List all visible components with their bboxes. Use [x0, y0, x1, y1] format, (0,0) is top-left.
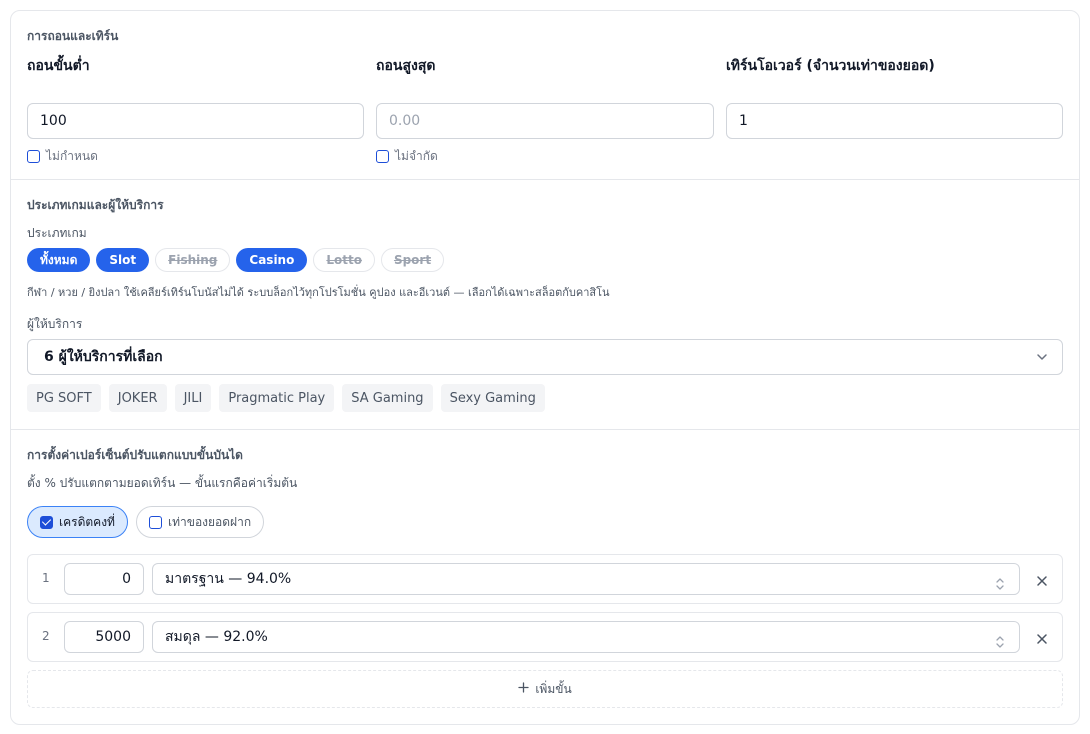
tier-row: 2 5000 สมดุล — 92.0% [27, 612, 1063, 662]
provider-tag[interactable]: JOKER [108, 384, 167, 412]
max-unlimited-checkbox[interactable] [376, 150, 389, 163]
chip-all[interactable]: ทั้งหมด [27, 248, 91, 272]
chip-slot[interactable]: Slot [96, 248, 150, 272]
tier-row: 1 0 มาตรฐาน — 94.0% [27, 554, 1063, 604]
mode-fixed-checkbox[interactable] [40, 515, 53, 529]
game-type-label: ประเภทเกม [27, 226, 87, 240]
provider-tag[interactable]: SA Gaming [342, 384, 433, 412]
chevron-down-icon [1036, 351, 1048, 367]
close-icon[interactable] [1036, 572, 1048, 591]
withdraw-settings-card: การถอนและเทิร์น ถอนขั้นต่ำ ถอนสูงสุด เทิ… [10, 10, 1080, 725]
provider-tag[interactable]: JILI [174, 384, 212, 412]
add-tier-label: เพิ่มขั้น [535, 681, 572, 696]
max-unlimited-label: ไม่จำกัด [395, 149, 438, 163]
divider [11, 429, 1079, 430]
min-withdraw-input[interactable] [27, 103, 364, 139]
updown-chevron-icon [995, 630, 1005, 660]
tier-amount-input[interactable]: 0 [64, 563, 144, 595]
tier-index: 1 [42, 571, 50, 585]
max-unlimited-row[interactable]: ไม่จำกัด [376, 147, 438, 166]
mode-deposit-multiple-toggle[interactable]: เท่าของยอดฝาก [136, 506, 265, 538]
provider-tag[interactable]: PG SOFT [27, 384, 101, 412]
min-withdraw-label: ถอนขั้นต่ำ [27, 58, 90, 74]
provider-select[interactable]: 6 ผู้ให้บริการที่เลือก [27, 339, 1063, 375]
game-type-chips: ทั้งหมด Slot Fishing Casino Lotto Sport [27, 248, 445, 272]
turnover-label: เทิร์นโอเวอร์ (จำนวนเท่าของยอด) [726, 58, 935, 74]
tiers-section-title: การตั้งค่าเปอร์เซ็นต์ปรับแตกแบบขั้นบันได [27, 448, 243, 462]
turnover-input[interactable] [726, 103, 1063, 139]
mode-fixed-credit-toggle[interactable]: เครดิตคงที่ [27, 506, 128, 538]
provider-label: ผู้ให้บริการ [27, 317, 83, 331]
mode-fixed-label: เครดิตคงที่ [59, 514, 115, 529]
min-unlimited-checkbox[interactable] [27, 150, 40, 163]
chip-sport: Sport [380, 248, 445, 272]
provider-tags: PG SOFT JOKER JILI Pragmatic Play SA Gam… [27, 384, 545, 412]
tier-preset-select[interactable]: มาตรฐาน — 94.0% [152, 563, 1020, 595]
chip-fishing: Fishing [155, 248, 231, 272]
games-section-title: ประเภทเกมและผู้ให้บริการ [27, 198, 164, 212]
tier-index: 2 [42, 629, 50, 643]
provider-tag[interactable]: Pragmatic Play [219, 384, 335, 412]
chip-casino[interactable]: Casino [236, 248, 308, 272]
min-unlimited-label: ไม่กำหนด [46, 149, 98, 163]
plus-icon [518, 682, 529, 696]
game-type-note: กีฬา / หวย / ยิงปลา ใช้เคลียร์เทิร์นโบนั… [27, 286, 610, 299]
max-withdraw-input[interactable] [376, 103, 714, 139]
tiers-description: ตั้ง % ปรับแตกตามยอดเทิร์น — ขั้นแรกคือค… [27, 476, 298, 490]
mode-multiple-checkbox[interactable] [149, 515, 162, 529]
withdraw-section-title: การถอนและเทิร์น [27, 29, 119, 43]
mode-multiple-label: เท่าของยอดฝาก [168, 514, 252, 529]
tier-preset-select[interactable]: สมดุล — 92.0% [152, 621, 1020, 653]
close-icon[interactable] [1036, 630, 1048, 649]
tier-amount-input[interactable]: 5000 [64, 621, 144, 653]
updown-chevron-icon [995, 572, 1005, 602]
divider [11, 179, 1079, 180]
min-unlimited-row[interactable]: ไม่กำหนด [27, 147, 98, 166]
provider-select-value: 6 ผู้ให้บริการที่เลือก [44, 349, 163, 365]
add-tier-button[interactable]: เพิ่มขั้น [27, 670, 1063, 708]
max-withdraw-label: ถอนสูงสุด [376, 58, 436, 74]
provider-tag[interactable]: Sexy Gaming [440, 384, 545, 412]
chip-lotto: Lotto [313, 248, 375, 272]
tier-preset-value: มาตรฐาน — 94.0% [165, 571, 292, 587]
tier-preset-value: สมดุล — 92.0% [165, 629, 268, 645]
